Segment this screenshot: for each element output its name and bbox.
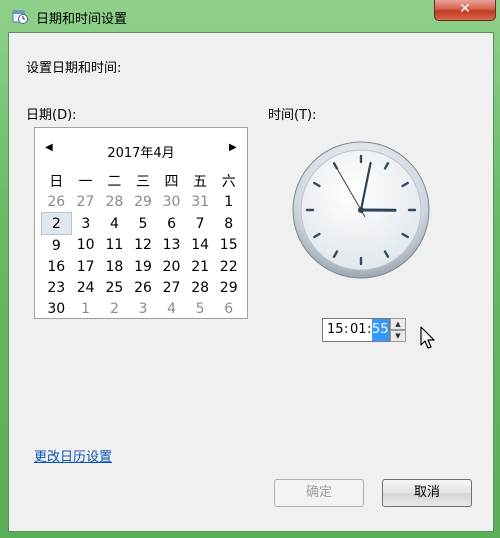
- calendar-day[interactable]: 14: [186, 235, 215, 257]
- weekday-header: 六: [221, 173, 236, 190]
- calendar-day[interactable]: 31: [186, 191, 215, 213]
- calendar-day[interactable]: 26: [129, 277, 158, 298]
- calendar-day[interactable]: 6: [214, 298, 243, 319]
- calendar-day[interactable]: 30: [42, 298, 72, 319]
- calendar-day[interactable]: 1: [214, 191, 243, 213]
- time-input[interactable]: 15 : 01 : 55: [322, 318, 390, 342]
- calendar-day[interactable]: 26: [42, 191, 72, 213]
- ok-button[interactable]: 确定: [274, 479, 364, 507]
- calendar-month-title[interactable]: 2017年4月: [35, 142, 247, 161]
- weekday-header: 四: [164, 173, 179, 190]
- window-frame: 日期和时间设置 ✕ 设置日期和时间: 日期(D): 时间(T): ◀ 2017年…: [0, 0, 500, 538]
- weekday-header: 二: [107, 173, 122, 190]
- calendar-week-row: 30 1 2 3 4 5 6: [42, 298, 244, 319]
- calendar-grid: 日一二三四五六 26 27 28 29 30 31 1 2 3 4 5 6 7 8 9 10 11 12 13 14 1…: [41, 170, 243, 319]
- spin-down-icon[interactable]: ▼: [390, 330, 406, 342]
- clock-center-pin: [358, 207, 364, 213]
- time-minutes[interactable]: 01: [350, 319, 367, 341]
- calendar-day[interactable]: 27: [71, 191, 100, 213]
- calendar-day[interactable]: 12: [129, 235, 158, 257]
- title-bar: 日期和时间设置 ✕: [0, 0, 500, 32]
- calendar-day[interactable]: 6: [157, 213, 186, 235]
- calendar-week-row: 26 27 28 29 30 31 1: [42, 191, 244, 213]
- calendar-day[interactable]: 7: [186, 213, 215, 235]
- calendar-week-row: 23 24 25 26 27 28 29: [42, 277, 244, 298]
- calendar-day[interactable]: 11: [100, 235, 129, 257]
- calendar-day[interactable]: 4: [157, 298, 186, 319]
- calendar-clock-icon: [12, 8, 28, 24]
- calendar-day[interactable]: 24: [71, 277, 100, 298]
- section-title: 设置日期和时间:: [26, 61, 122, 76]
- time-separator: :: [344, 322, 349, 337]
- window-title: 日期和时间设置: [36, 12, 128, 27]
- calendar-day[interactable]: 25: [100, 277, 129, 298]
- mouse-cursor-icon: [420, 326, 436, 354]
- analog-clock: [286, 140, 436, 280]
- weekday-header: 三: [135, 173, 150, 190]
- calendar-day[interactable]: 2: [100, 298, 129, 319]
- calendar-day[interactable]: 27: [157, 277, 186, 298]
- spin-up-icon[interactable]: ▲: [390, 318, 406, 330]
- change-calendar-settings-link[interactable]: 更改日历设置: [34, 446, 112, 465]
- time-separator: :: [367, 322, 372, 337]
- calendar-day[interactable]: 18: [100, 256, 129, 277]
- cancel-button[interactable]: 取消: [382, 479, 472, 507]
- calendar-day[interactable]: 5: [129, 213, 158, 235]
- calendar-day[interactable]: 19: [129, 256, 158, 277]
- weekday-header: 日: [49, 173, 64, 190]
- calendar-day[interactable]: 4: [100, 213, 129, 235]
- weekday-header: 五: [193, 173, 208, 190]
- calendar-day[interactable]: 16: [42, 256, 72, 277]
- time-spinner: ▲ ▼: [390, 318, 406, 342]
- calendar-day[interactable]: 17: [71, 256, 100, 277]
- calendar-day[interactable]: 13: [157, 235, 186, 257]
- calendar-day[interactable]: 30: [157, 191, 186, 213]
- calendar-day[interactable]: 15: [214, 235, 243, 257]
- calendar-day[interactable]: 22: [214, 256, 243, 277]
- calendar-day[interactable]: 10: [71, 235, 100, 257]
- calendar-day[interactable]: 3: [129, 298, 158, 319]
- time-label: 时间(T):: [268, 108, 317, 123]
- calendar-day[interactable]: 20: [157, 256, 186, 277]
- calendar-week-row: 2345678: [41, 212, 244, 235]
- weekday-header-row: 日一二三四五六: [42, 170, 244, 191]
- calendar-day[interactable]: 29: [214, 277, 243, 298]
- calendar-day[interactable]: 23: [42, 277, 72, 298]
- calendar-week-row: 9 10 11 12 13 14 15: [42, 235, 244, 257]
- close-button[interactable]: ✕: [434, 0, 496, 21]
- calendar-day-selected[interactable]: 2: [41, 212, 72, 235]
- calendar-day[interactable]: 9: [42, 235, 72, 257]
- calendar-day[interactable]: 3: [71, 213, 100, 235]
- calendar-day[interactable]: 1: [71, 298, 100, 319]
- next-month-button[interactable]: ▶: [229, 142, 237, 153]
- calendar-day[interactable]: 21: [186, 256, 215, 277]
- calendar-day[interactable]: 8: [214, 213, 243, 235]
- calendar-day[interactable]: 28: [100, 191, 129, 213]
- time-seconds-selected[interactable]: 55: [372, 319, 389, 341]
- time-hours[interactable]: 15: [327, 319, 344, 341]
- weekday-header: 一: [78, 173, 93, 190]
- calendar-day[interactable]: 29: [129, 191, 158, 213]
- calendar-day[interactable]: 28: [186, 277, 215, 298]
- date-label: 日期(D):: [26, 108, 77, 123]
- calendar-week-row: 16 17 18 19 20 21 22: [42, 256, 244, 277]
- calendar: ◀ 2017年4月 ▶ 日一二三四五六 26 27 28 29 30 31 1 2 3 4 5 6 7 8…: [34, 127, 248, 319]
- calendar-day[interactable]: 5: [186, 298, 215, 319]
